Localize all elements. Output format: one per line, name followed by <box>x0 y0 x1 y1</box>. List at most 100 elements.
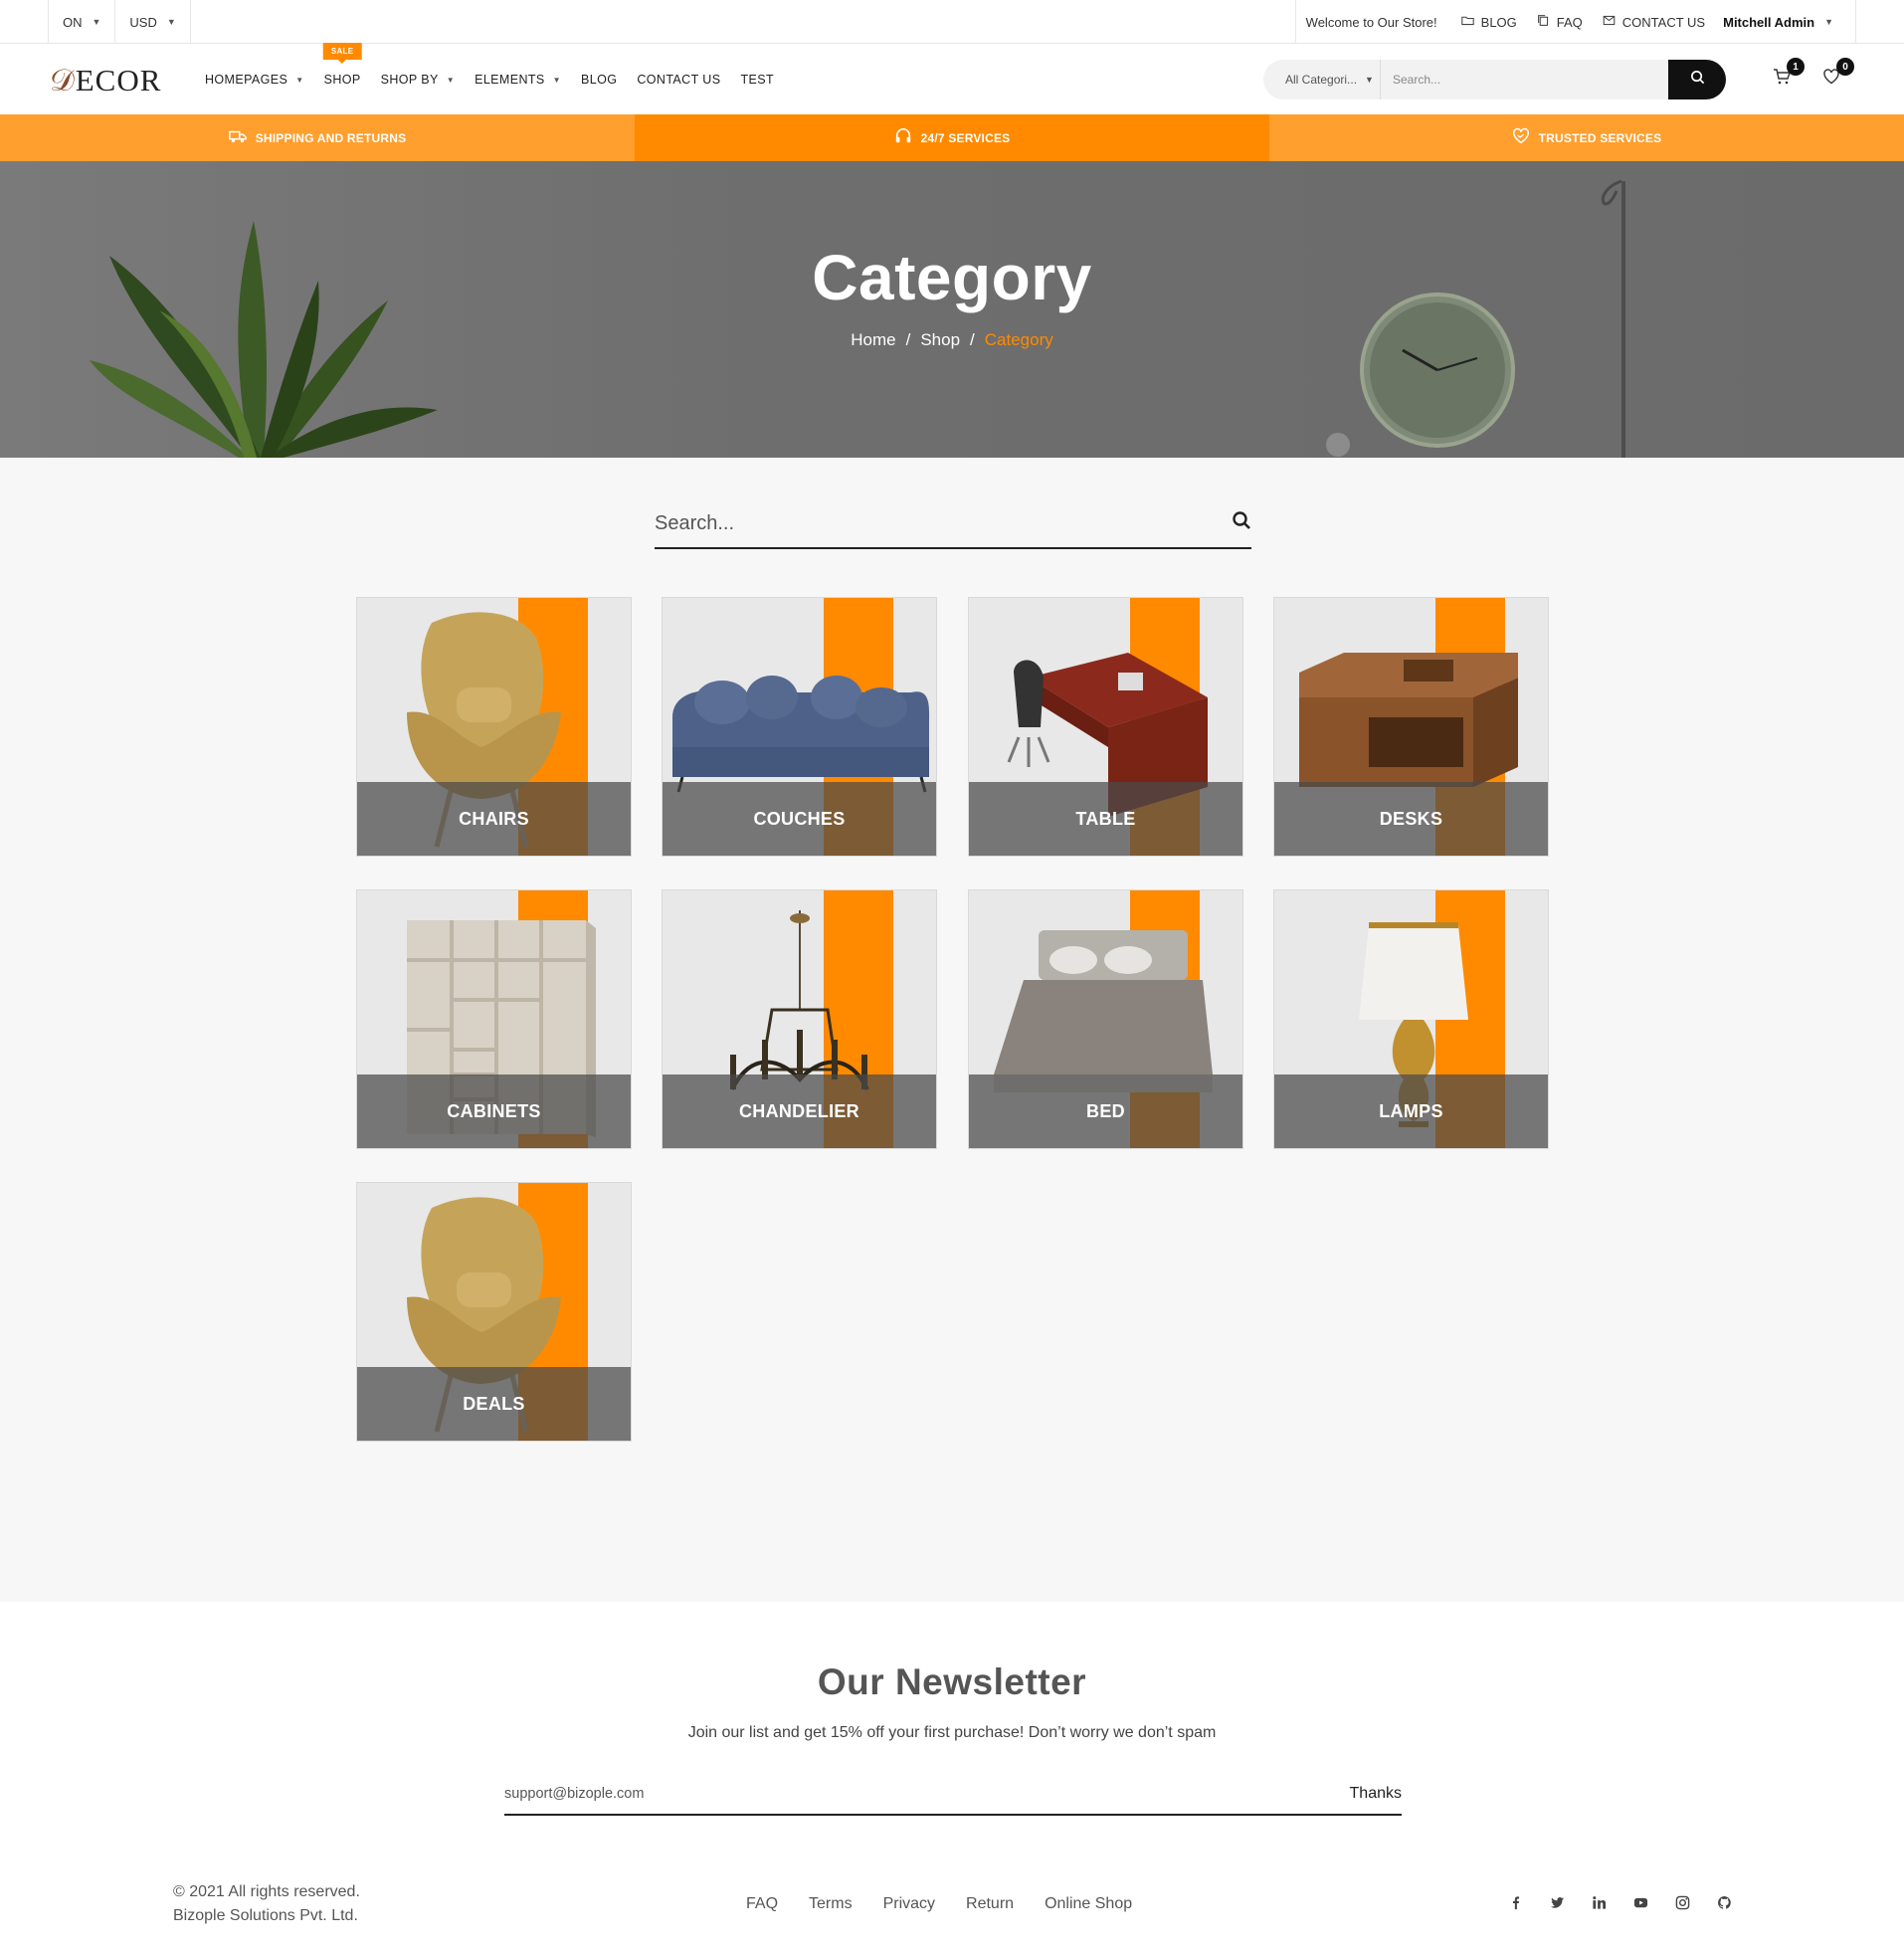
service-label: TRUSTED SERVICES <box>1538 130 1662 145</box>
category-label: CHAIRS <box>357 782 631 856</box>
service-shipping[interactable]: SHIPPING AND RETURNS <box>0 114 635 161</box>
header-search-input[interactable]: Search... <box>1381 73 1668 87</box>
top-bar: ON ▼ USD ▼ Welcome to Our Store! BLOG FA… <box>0 0 1904 44</box>
main-header: 𝒟ECOR HOMEPAGES ▼ SALE SHOP SHOP BY ▼ EL… <box>0 43 1904 114</box>
nav-label: BLOG <box>581 73 618 87</box>
topbar-link-label: BLOG <box>1480 14 1517 30</box>
wishlist-button[interactable]: 0 <box>1822 58 1854 90</box>
nav-shop-by[interactable]: SHOP BY ▼ <box>371 73 465 87</box>
nav-blog[interactable]: BLOG <box>571 73 627 87</box>
category-card-lamps[interactable]: LAMPS <box>1273 889 1549 1149</box>
user-name: Mitchell Admin <box>1723 14 1815 30</box>
category-card-cabinets[interactable]: CABINETS <box>356 889 632 1149</box>
copyright-line: © 2021 All rights reserved. <box>173 1883 360 1900</box>
category-select[interactable]: All Categori... ▼ <box>1263 60 1381 99</box>
topbar-contact-link[interactable]: CONTACT US <box>1593 14 1715 30</box>
footer-link-terms[interactable]: Terms <box>809 1895 853 1913</box>
cart-button[interactable]: 1 <box>1773 58 1805 90</box>
nav-shop[interactable]: SALE SHOP <box>314 43 371 87</box>
category-search-input[interactable]: Search... <box>655 512 734 535</box>
topbar-faq-link[interactable]: FAQ <box>1527 14 1593 30</box>
topbar-link-label: CONTACT US <box>1621 14 1706 30</box>
footer-link-return[interactable]: Return <box>966 1895 1014 1913</box>
newsletter-form: support@bizople.com Thanks <box>504 1774 1402 1816</box>
newsletter-title: Our Newsletter <box>817 1661 1087 1702</box>
facebook-icon[interactable] <box>1506 1893 1524 1911</box>
category-card-couches[interactable]: COUCHES <box>662 597 937 857</box>
chevron-down-icon: ▼ <box>1824 17 1833 27</box>
copy-icon <box>1537 14 1550 30</box>
folder-icon <box>1460 14 1474 30</box>
footer-links: FAQ Terms Privacy Return Online Shop <box>746 1895 1132 1913</box>
language-label: ON <box>63 14 83 30</box>
logo-flourish: 𝒟 <box>50 63 76 98</box>
category-label: CABINETS <box>357 1074 631 1148</box>
language-selector[interactable]: ON ▼ <box>48 0 114 44</box>
search-icon <box>1690 70 1705 90</box>
category-label: DESKS <box>1274 782 1548 856</box>
category-label: LAMPS <box>1274 1074 1548 1148</box>
nav-label: SHOP BY <box>380 73 439 87</box>
chevron-down-icon: ▼ <box>446 75 456 85</box>
category-card-deals[interactable]: DEALS <box>356 1182 632 1442</box>
category-section: Search... CHAIRS COUCHES TABLE DESKS CAB… <box>0 458 1904 1602</box>
category-search-field[interactable]: Search... <box>655 499 1251 549</box>
user-menu[interactable]: Mitchell Admin ▼ <box>1715 0 1856 44</box>
logo-text: ECOR <box>75 63 162 98</box>
topbar-link-label: FAQ <box>1556 14 1583 30</box>
social-links <box>1506 1893 1733 1911</box>
service-247[interactable]: 24/7 SERVICES <box>635 114 1269 161</box>
main-nav: HOMEPAGES ▼ SALE SHOP SHOP BY ▼ ELEMENTS… <box>195 43 784 114</box>
newsletter-email-input[interactable]: support@bizople.com <box>504 1786 644 1802</box>
breadcrumb-home[interactable]: Home <box>851 330 895 350</box>
page-title: Category <box>812 242 1092 313</box>
nav-label: CONTACT US <box>637 73 721 87</box>
linkedin-icon[interactable] <box>1590 1893 1608 1911</box>
category-card-bed[interactable]: BED <box>968 889 1243 1149</box>
category-card-chairs[interactable]: CHAIRS <box>356 597 632 857</box>
instagram-icon[interactable] <box>1673 1893 1691 1911</box>
category-card-chandelier[interactable]: CHANDELIER <box>662 889 937 1149</box>
sale-badge: SALE <box>322 43 362 60</box>
chevron-down-icon: ▼ <box>295 75 304 85</box>
nav-test[interactable]: TEST <box>730 73 784 87</box>
breadcrumb-shop[interactable]: Shop <box>920 330 960 350</box>
page-hero: Category Home / Shop / Category <box>0 161 1904 458</box>
category-card-desks[interactable]: DESKS <box>1273 597 1549 857</box>
category-card-table[interactable]: TABLE <box>968 597 1243 857</box>
service-trusted[interactable]: TRUSTED SERVICES <box>1269 114 1904 161</box>
truck-icon <box>228 127 247 148</box>
service-label: SHIPPING AND RETURNS <box>255 130 407 145</box>
service-strip: SHIPPING AND RETURNS 24/7 SERVICES TRUST… <box>0 114 1904 161</box>
footer-link-faq[interactable]: FAQ <box>746 1895 778 1913</box>
nav-label: ELEMENTS <box>475 73 545 87</box>
category-label: CHANDELIER <box>663 1074 936 1148</box>
nav-contact-us[interactable]: CONTACT US <box>627 73 730 87</box>
newsletter-submit-button[interactable]: Thanks <box>1350 1785 1402 1803</box>
breadcrumb-separator: / <box>905 330 911 349</box>
topbar-blog-link[interactable]: BLOG <box>1451 14 1527 30</box>
footer-link-privacy[interactable]: Privacy <box>883 1895 935 1913</box>
nav-label: SHOP <box>323 73 361 87</box>
cart-count-badge: 1 <box>1787 58 1805 76</box>
search-icon[interactable] <box>1232 510 1251 536</box>
youtube-icon[interactable] <box>1631 1893 1649 1911</box>
currency-label: USD <box>129 14 157 30</box>
twitter-icon[interactable] <box>1548 1893 1566 1911</box>
header-search-button[interactable] <box>1668 60 1726 99</box>
nav-homepages[interactable]: HOMEPAGES ▼ <box>195 73 314 87</box>
site-logo[interactable]: 𝒟ECOR <box>50 63 161 99</box>
footer-link-online-shop[interactable]: Online Shop <box>1045 1895 1132 1913</box>
category-label: BED <box>969 1074 1242 1148</box>
breadcrumb: Home / Shop / Category <box>0 330 1904 350</box>
nav-label: TEST <box>740 73 774 87</box>
github-icon[interactable] <box>1715 1893 1733 1911</box>
heart-icon <box>1822 69 1840 90</box>
service-label: 24/7 SERVICES <box>920 130 1011 145</box>
headphones-icon <box>894 127 912 148</box>
company-name: Bizople Solutions Pvt. Ltd. <box>173 1907 358 1924</box>
currency-selector[interactable]: USD ▼ <box>114 0 191 44</box>
nav-elements[interactable]: ELEMENTS ▼ <box>465 73 571 87</box>
category-label: TABLE <box>969 782 1242 856</box>
handshake-heart-icon <box>1512 127 1530 148</box>
